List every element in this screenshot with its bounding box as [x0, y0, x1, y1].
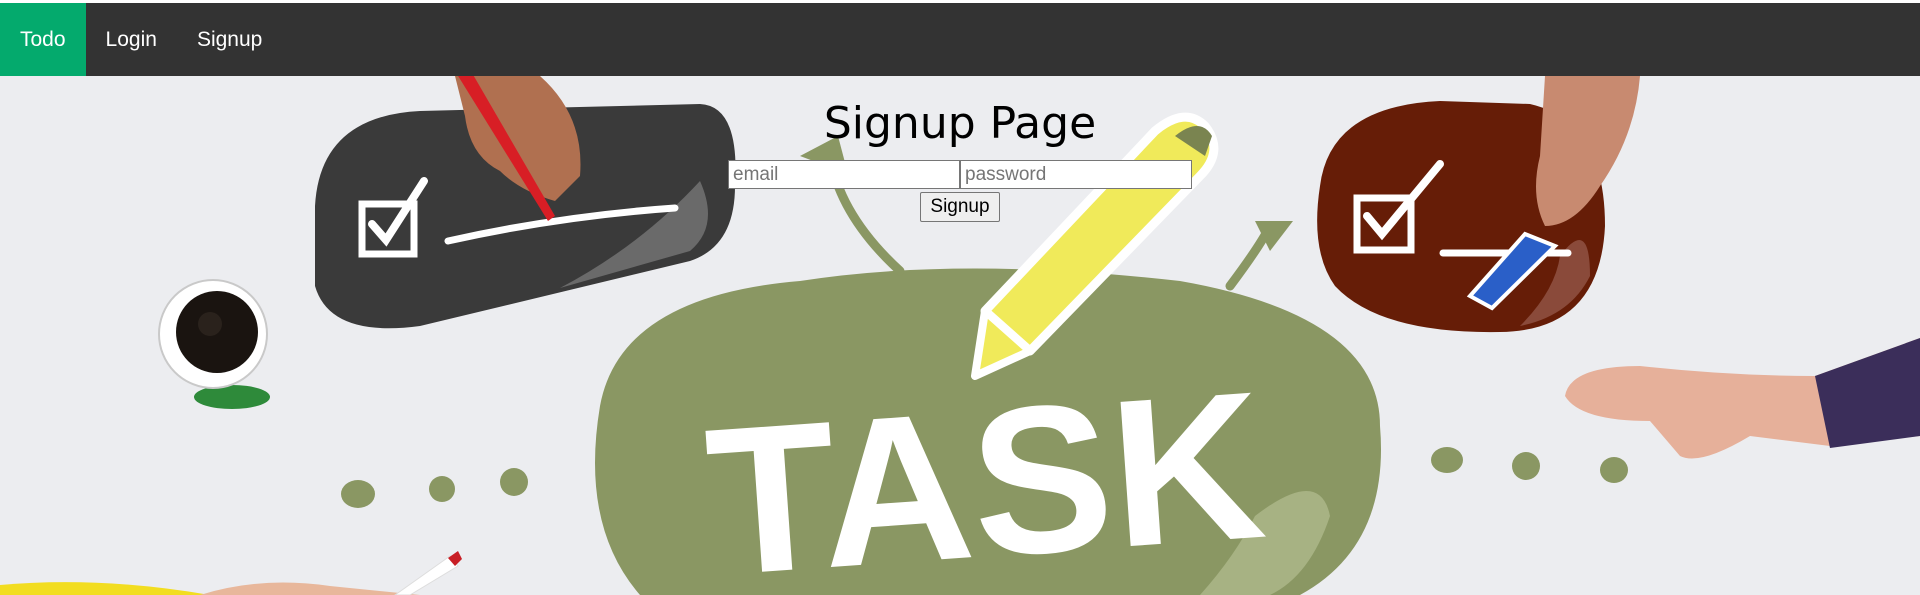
plaid-sleeve [1815, 338, 1920, 448]
hand-bottom-left [200, 582, 420, 595]
decorative-dots-right [1431, 447, 1628, 483]
page-title: Signup Page [823, 98, 1097, 149]
nav-link-todo[interactable]: Todo [0, 3, 86, 76]
top-navbar: Todo Login Signup [0, 3, 1920, 76]
email-input[interactable] [728, 160, 960, 190]
signup-form-area: Signup Page Signup [0, 76, 1920, 223]
nav-link-signup[interactable]: Signup [177, 3, 282, 76]
password-input[interactable] [960, 160, 1192, 190]
decorative-dots-left [341, 468, 528, 508]
marker-bottom-left [394, 555, 459, 595]
signup-button-row: Signup [0, 192, 1920, 223]
signup-form-inputs [0, 160, 1920, 190]
signup-button[interactable]: Signup [920, 192, 1000, 223]
yellow-sleeve [0, 582, 210, 595]
nav-link-login[interactable]: Login [86, 3, 177, 76]
task-word: TASK [700, 347, 1271, 595]
coffee-cup [158, 279, 270, 409]
